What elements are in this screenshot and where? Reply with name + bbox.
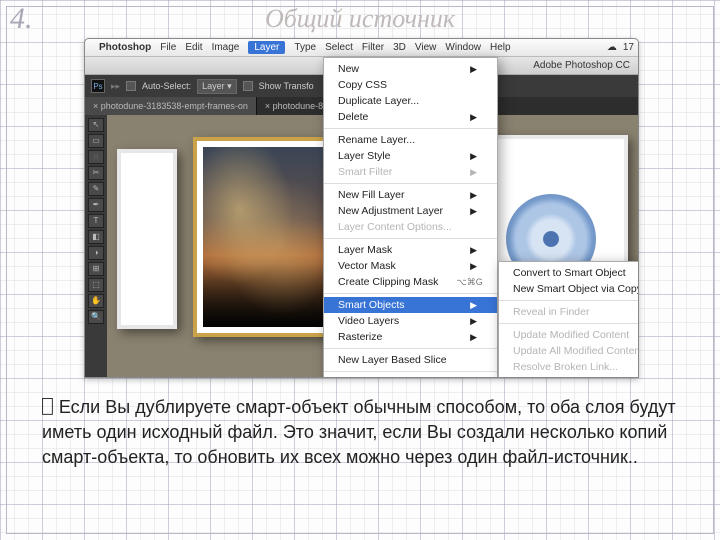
tool-button[interactable]: ✋ [88,294,104,308]
mac-menubar: Photoshop File Edit Image Layer Type Select Fil… [85,39,638,57]
menu-item[interactable]: Vector Mask▶ [324,258,497,274]
tool-button[interactable]: ◌ [88,150,104,164]
menubar-item-select[interactable]: Select [325,42,353,53]
auto-select-label: Auto-Select: [142,81,191,91]
menu-item: Reveal in Finder [499,304,639,320]
city-photo [203,147,323,327]
show-transform-checkbox[interactable] [243,81,253,91]
menu-item[interactable]: Create Clipping Mask⌥⌘G [324,274,497,290]
tool-button[interactable]: ⊞ [88,262,104,276]
menubar-item-image[interactable]: Image [212,42,240,53]
bullet-icon: ⎕ [42,397,53,418]
menu-item: Layer Content Options... [324,219,497,235]
menubar-item-window[interactable]: Window [445,42,481,53]
menu-item[interactable]: New Smart Object via Copy [499,281,639,297]
menubar-item-help[interactable]: Help [490,42,511,53]
menubar-item-file[interactable]: File [160,42,176,53]
frame-empty-left [117,149,177,329]
menu-item[interactable]: Smart Objects▶ [324,297,497,313]
tool-palette: ↖ ▭ ◌ ✂ ✎ ✒ T ◧ ◑ ⊞ ⬚ ✋ 🔍 [85,115,107,378]
menu-item[interactable]: Video Layers▶ [324,313,497,329]
menu-item[interactable]: Rename Layer... [324,132,497,148]
menu-item[interactable]: New Fill Layer▶ [324,187,497,203]
menu-item[interactable]: Group Layers⌘G [324,375,497,378]
tool-button[interactable]: ▭ [88,134,104,148]
creative-cloud-icon[interactable]: ☁ [607,42,617,53]
tool-button[interactable]: ↖ [88,118,104,132]
menu-item[interactable]: Convert to Smart ObjectF5 [499,265,639,281]
menu-item[interactable]: Delete▶ [324,109,497,125]
tool-button[interactable]: ◧ [88,230,104,244]
menu-item: Smart Filter▶ [324,164,497,180]
menubar-right-label: 17 [623,42,634,53]
slide-title: Общий источник [0,4,720,34]
menu-item[interactable]: Duplicate Layer... [324,93,497,109]
photoshop-window: Photoshop File Edit Image Layer Type Select Fil… [84,38,639,378]
tool-button[interactable]: 🔍 [88,310,104,324]
menubar-item-photoshop[interactable]: Photoshop [99,42,151,53]
auto-select-dropdown[interactable]: Layer ▾ [197,79,237,94]
layer-menu-dropdown[interactable]: New▶Copy CSSDuplicate Layer...Delete▶ Ren… [323,57,498,378]
document-tab[interactable]: × photodune-3183538-empt-frames-on [85,97,257,115]
menubar-item-3d[interactable]: 3D [393,42,406,53]
ps-logo-icon[interactable]: Ps [91,79,105,93]
menubar-item-edit[interactable]: Edit [185,42,202,53]
frame-city-photo [193,137,333,337]
menu-item[interactable]: New▶ [324,61,497,77]
body-text: ⎕Если Вы дублируете смарт-объект обычным… [42,395,678,471]
tool-button[interactable]: ✒ [88,198,104,212]
menu-item: Update All Modified Content [499,343,639,359]
menu-item: Resolve Broken Link... [499,359,639,375]
menu-item[interactable]: Rasterize▶ [324,329,497,345]
menu-item[interactable]: Layer Style▶ [324,148,497,164]
app-title: Adobe Photoshop CC [533,60,630,71]
smart-objects-submenu[interactable]: Convert to Smart ObjectF5New Smart Objec… [498,261,639,378]
show-transform-label: Show Transfo [259,81,314,91]
menu-item[interactable]: New Layer Based Slice [324,352,497,368]
menu-item[interactable]: Copy CSS [324,77,497,93]
tool-button[interactable]: ◑ [88,246,104,260]
menubar-item-type[interactable]: Type [294,42,316,53]
menu-item[interactable]: New Adjustment Layer▶ [324,203,497,219]
menu-item[interactable]: Layer Mask▶ [324,242,497,258]
auto-select-checkbox[interactable] [126,81,136,91]
menubar-item-filter[interactable]: Filter [362,42,384,53]
body-paragraph: Если Вы дублируете смарт-объект обычным … [42,397,676,467]
tool-button[interactable]: ✂ [88,166,104,180]
menu-item: Update Modified Content [499,327,639,343]
menubar-item-layer[interactable]: Layer [248,41,285,54]
tool-button[interactable]: ✎ [88,182,104,196]
tool-button[interactable]: T [88,214,104,228]
menubar-item-view[interactable]: View [415,42,437,53]
tool-button[interactable]: ⬚ [88,278,104,292]
